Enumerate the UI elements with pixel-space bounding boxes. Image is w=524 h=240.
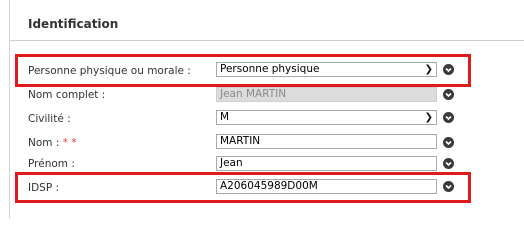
section-title: Identification <box>28 17 119 31</box>
nom-label-text: Nom : <box>28 137 60 149</box>
nom-complet-field: Jean MARTIN <box>216 87 437 102</box>
nom-complet-label: Nom complet : <box>28 89 106 101</box>
personne-select[interactable]: Personne physique ❯ <box>216 62 437 77</box>
civilite-label: Civilité : <box>28 113 71 125</box>
civilite-select-value: M <box>220 111 230 123</box>
chevron-down-circle-icon[interactable] <box>443 137 454 148</box>
civilite-select[interactable]: M ❯ <box>216 110 437 125</box>
prenom-label: Prénom : <box>28 158 75 170</box>
section-divider <box>9 40 524 41</box>
nom-label: Nom : * * <box>28 137 77 149</box>
idsp-label: IDSP : <box>28 182 60 194</box>
personne-select-value: Personne physique <box>220 63 320 75</box>
chevron-down-circle-icon[interactable] <box>443 112 454 123</box>
chevron-down-circle-icon[interactable] <box>443 89 454 100</box>
idsp-input[interactable]: A206045989D00M <box>216 179 437 194</box>
chevron-down-circle-icon[interactable] <box>443 64 454 75</box>
nom-input[interactable]: MARTIN <box>216 134 437 149</box>
personne-label: Personne physique ou morale : <box>28 65 191 77</box>
prenom-input[interactable]: Jean <box>216 156 437 171</box>
chevron-down-circle-icon[interactable] <box>443 181 454 192</box>
chevron-down-icon: ❯ <box>424 64 433 75</box>
chevron-down-circle-icon[interactable] <box>443 158 454 169</box>
chevron-down-icon: ❯ <box>424 112 433 123</box>
required-marker: * * <box>62 137 77 149</box>
left-border <box>9 0 10 219</box>
